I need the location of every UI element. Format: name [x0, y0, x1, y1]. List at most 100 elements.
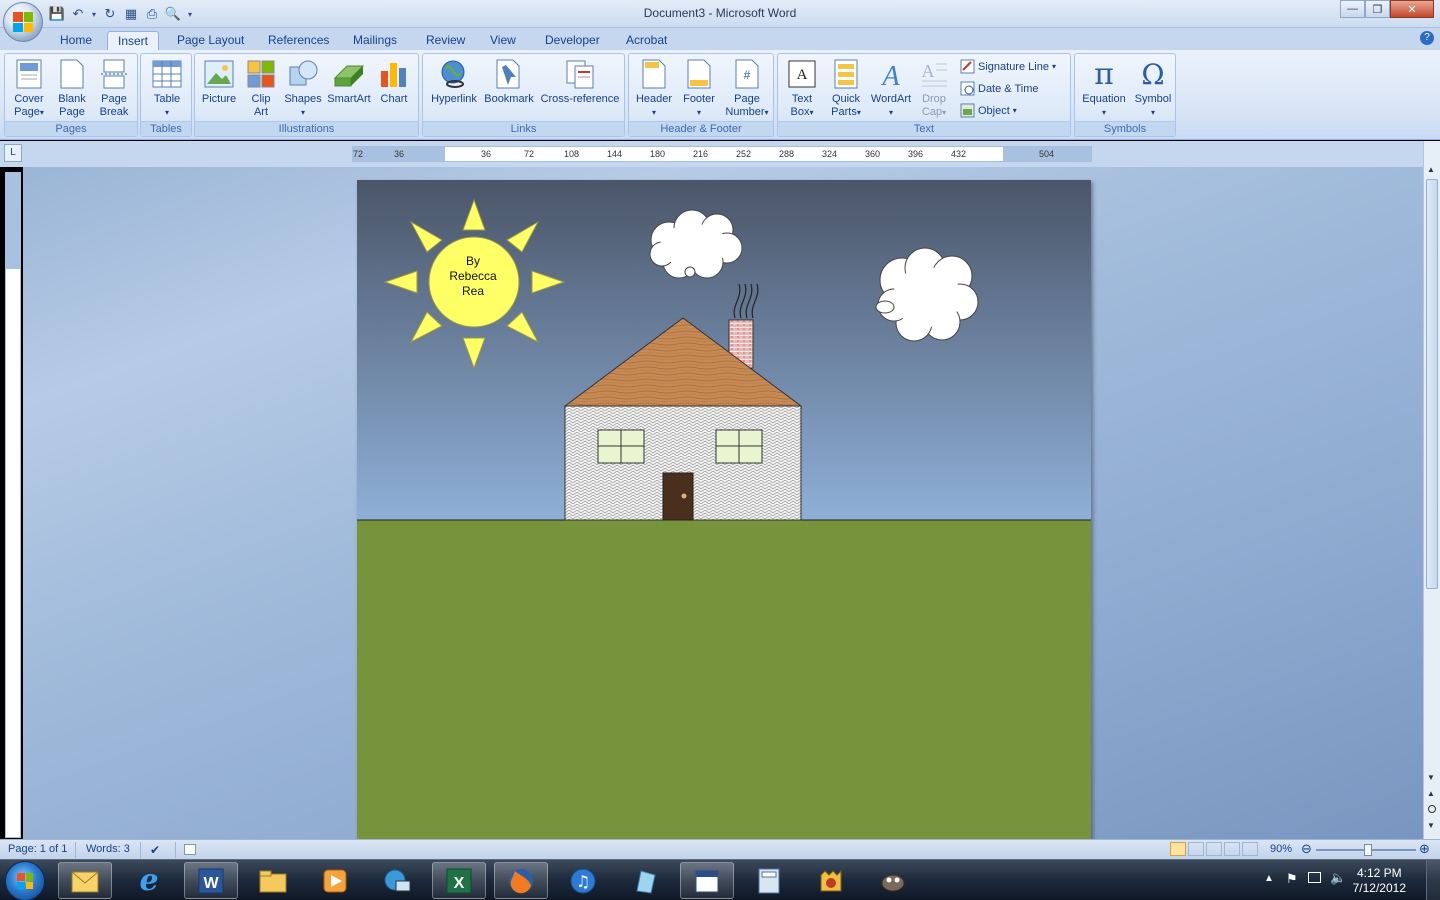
- taskbar-firefox-icon[interactable]: [494, 862, 548, 899]
- scrollbar-thumb[interactable]: [1426, 179, 1438, 589]
- drop-cap-icon: A: [918, 58, 950, 90]
- clip-art-button[interactable]: Clip Art: [241, 56, 281, 119]
- taskbar-word-icon[interactable]: W: [184, 862, 238, 899]
- signature-line-button[interactable]: Signature Line ▾: [960, 59, 1056, 74]
- page-break-button[interactable]: Page Break: [93, 56, 135, 119]
- taskbar-calendar-icon[interactable]: [680, 862, 734, 899]
- footer-button[interactable]: Footer ▾: [677, 56, 721, 119]
- show-hidden-icons-icon[interactable]: ▲: [1264, 873, 1274, 884]
- bookmark-label: Bookmark: [484, 93, 534, 105]
- horizontal-ruler[interactable]: 72 36 36 72 108 144 180 216 252 288 324 …: [352, 146, 1092, 162]
- scroll-down-icon[interactable]: ▼: [1427, 773, 1435, 782]
- quick-parts-button[interactable]: Quick Parts▾: [824, 56, 868, 119]
- equation-button[interactable]: π Equation ▾: [1077, 56, 1131, 119]
- bookmark-button[interactable]: Bookmark: [481, 56, 537, 106]
- word-count-status[interactable]: Words: 3: [86, 843, 130, 855]
- zoom-level[interactable]: 90%: [1270, 843, 1292, 855]
- header-button[interactable]: Header ▾: [631, 56, 677, 119]
- web-layout-view-icon[interactable]: [1206, 842, 1222, 856]
- status-bar: Page: 1 of 1 Words: 3 ✔ 90% ⊖ ⊕: [0, 839, 1440, 859]
- help-icon[interactable]: ?: [1420, 31, 1434, 45]
- ruler-tick: 396: [908, 149, 924, 159]
- full-screen-reading-view-icon[interactable]: [1188, 842, 1204, 856]
- volume-icon[interactable]: 🔈: [1330, 870, 1346, 886]
- print-layout-view-icon[interactable]: [1170, 842, 1186, 856]
- window-right[interactable]: [715, 429, 763, 464]
- next-page-icon[interactable]: ▼: [1427, 821, 1435, 830]
- tab-selector-button[interactable]: L: [4, 144, 22, 162]
- zoom-slider[interactable]: [1316, 844, 1416, 856]
- table-button[interactable]: Table ▾: [145, 56, 189, 119]
- grass[interactable]: [357, 520, 1091, 839]
- draft-view-icon[interactable]: [1242, 842, 1258, 856]
- tab-home[interactable]: Home: [50, 31, 102, 51]
- taskbar-outlook-icon[interactable]: [58, 862, 112, 899]
- signature-line-icon: [960, 59, 975, 74]
- wordart-icon: A: [875, 58, 907, 90]
- scroll-up-icon[interactable]: ▲: [1427, 165, 1435, 174]
- browse-object-icon[interactable]: [1428, 805, 1436, 813]
- wordart-button[interactable]: A WordArt ▾: [868, 56, 914, 119]
- taskbar-app-icon[interactable]: [618, 862, 672, 899]
- date-time-button[interactable]: Date & Time: [960, 81, 1039, 96]
- object-label: Object: [978, 104, 1010, 117]
- picture-button[interactable]: Picture: [197, 56, 241, 106]
- vertical-ruler[interactable]: [5, 172, 21, 838]
- window-left[interactable]: [597, 429, 645, 464]
- vertical-scrollbar[interactable]: ▲ ▼ ▲ ▼: [1423, 141, 1440, 839]
- zoom-in-icon[interactable]: ⊕: [1419, 841, 1430, 857]
- proofing-check-icon[interactable]: ✔: [150, 843, 160, 857]
- show-desktop-button[interactable]: [1426, 860, 1440, 900]
- clock[interactable]: 4:12 PM 7/12/2012: [1353, 866, 1406, 896]
- taskbar-network-icon[interactable]: [370, 862, 424, 899]
- shapes-button[interactable]: Shapes ▾: [281, 56, 325, 119]
- object-icon: [960, 103, 975, 118]
- zoom-out-icon[interactable]: ⊖: [1301, 841, 1312, 857]
- previous-page-icon[interactable]: ▲: [1427, 789, 1435, 798]
- tab-acrobat[interactable]: Acrobat: [616, 31, 677, 51]
- action-center-flag-icon[interactable]: ⚑: [1286, 871, 1298, 887]
- outline-view-icon[interactable]: [1224, 842, 1240, 856]
- zoom-slider-knob[interactable]: [1364, 844, 1372, 856]
- network-status-icon[interactable]: [1308, 872, 1321, 883]
- drop-cap-button[interactable]: A Drop Cap▾: [914, 56, 954, 119]
- tab-page-layout[interactable]: Page Layout: [167, 31, 254, 51]
- tab-developer[interactable]: Developer: [535, 31, 610, 51]
- cover-page-button[interactable]: Cover Page▾: [7, 56, 51, 119]
- taskbar-excel-icon[interactable]: X: [432, 862, 486, 899]
- start-button[interactable]: [5, 861, 45, 900]
- taskbar-explorer-icon[interactable]: [246, 862, 300, 899]
- chart-button[interactable]: Chart: [373, 56, 415, 106]
- tab-review[interactable]: Review: [416, 31, 475, 51]
- tab-insert[interactable]: Insert: [107, 31, 160, 51]
- object-button[interactable]: Object ▾: [960, 103, 1017, 118]
- office-button[interactable]: [3, 2, 43, 42]
- tab-view[interactable]: View: [480, 31, 526, 51]
- ruler-tick: 432: [951, 149, 967, 159]
- document-page[interactable]: By Rebecca Rea: [357, 180, 1091, 839]
- taskbar-calculator-icon[interactable]: [742, 862, 796, 899]
- page-number-button[interactable]: # Page Number▾: [721, 56, 773, 119]
- close-button[interactable]: ✕: [1390, 0, 1434, 18]
- tab-mailings[interactable]: Mailings: [343, 31, 407, 51]
- smartart-button[interactable]: SmartArt: [325, 56, 373, 106]
- restore-button[interactable]: ❐: [1365, 0, 1390, 18]
- pi-icon: π: [1094, 56, 1114, 92]
- hyperlink-button[interactable]: Hyperlink: [427, 56, 481, 106]
- cover-page-label: Cover: [14, 93, 44, 105]
- group-symbols: π Equation ▾ Ω Symbol ▾ Symbols: [1074, 53, 1176, 137]
- taskbar-itunes-icon[interactable]: ♫: [556, 862, 610, 899]
- blank-page-button[interactable]: Blank Page: [51, 56, 93, 119]
- taskbar-game-icon[interactable]: [804, 862, 858, 899]
- macro-record-icon[interactable]: [184, 844, 196, 855]
- tab-references[interactable]: References: [258, 31, 339, 51]
- minimize-button[interactable]: —: [1340, 0, 1365, 18]
- door[interactable]: [662, 472, 694, 521]
- taskbar-gimp-icon[interactable]: [866, 862, 920, 899]
- taskbar-media-player-icon[interactable]: [308, 862, 362, 899]
- page-count-status[interactable]: Page: 1 of 1: [8, 843, 67, 855]
- symbol-button[interactable]: Ω Symbol ▾: [1131, 56, 1175, 119]
- taskbar-internet-explorer-icon[interactable]: e: [122, 862, 176, 899]
- cross-reference-button[interactable]: Cross-reference: [537, 56, 623, 106]
- text-box-button[interactable]: A Text Box▾: [780, 56, 824, 119]
